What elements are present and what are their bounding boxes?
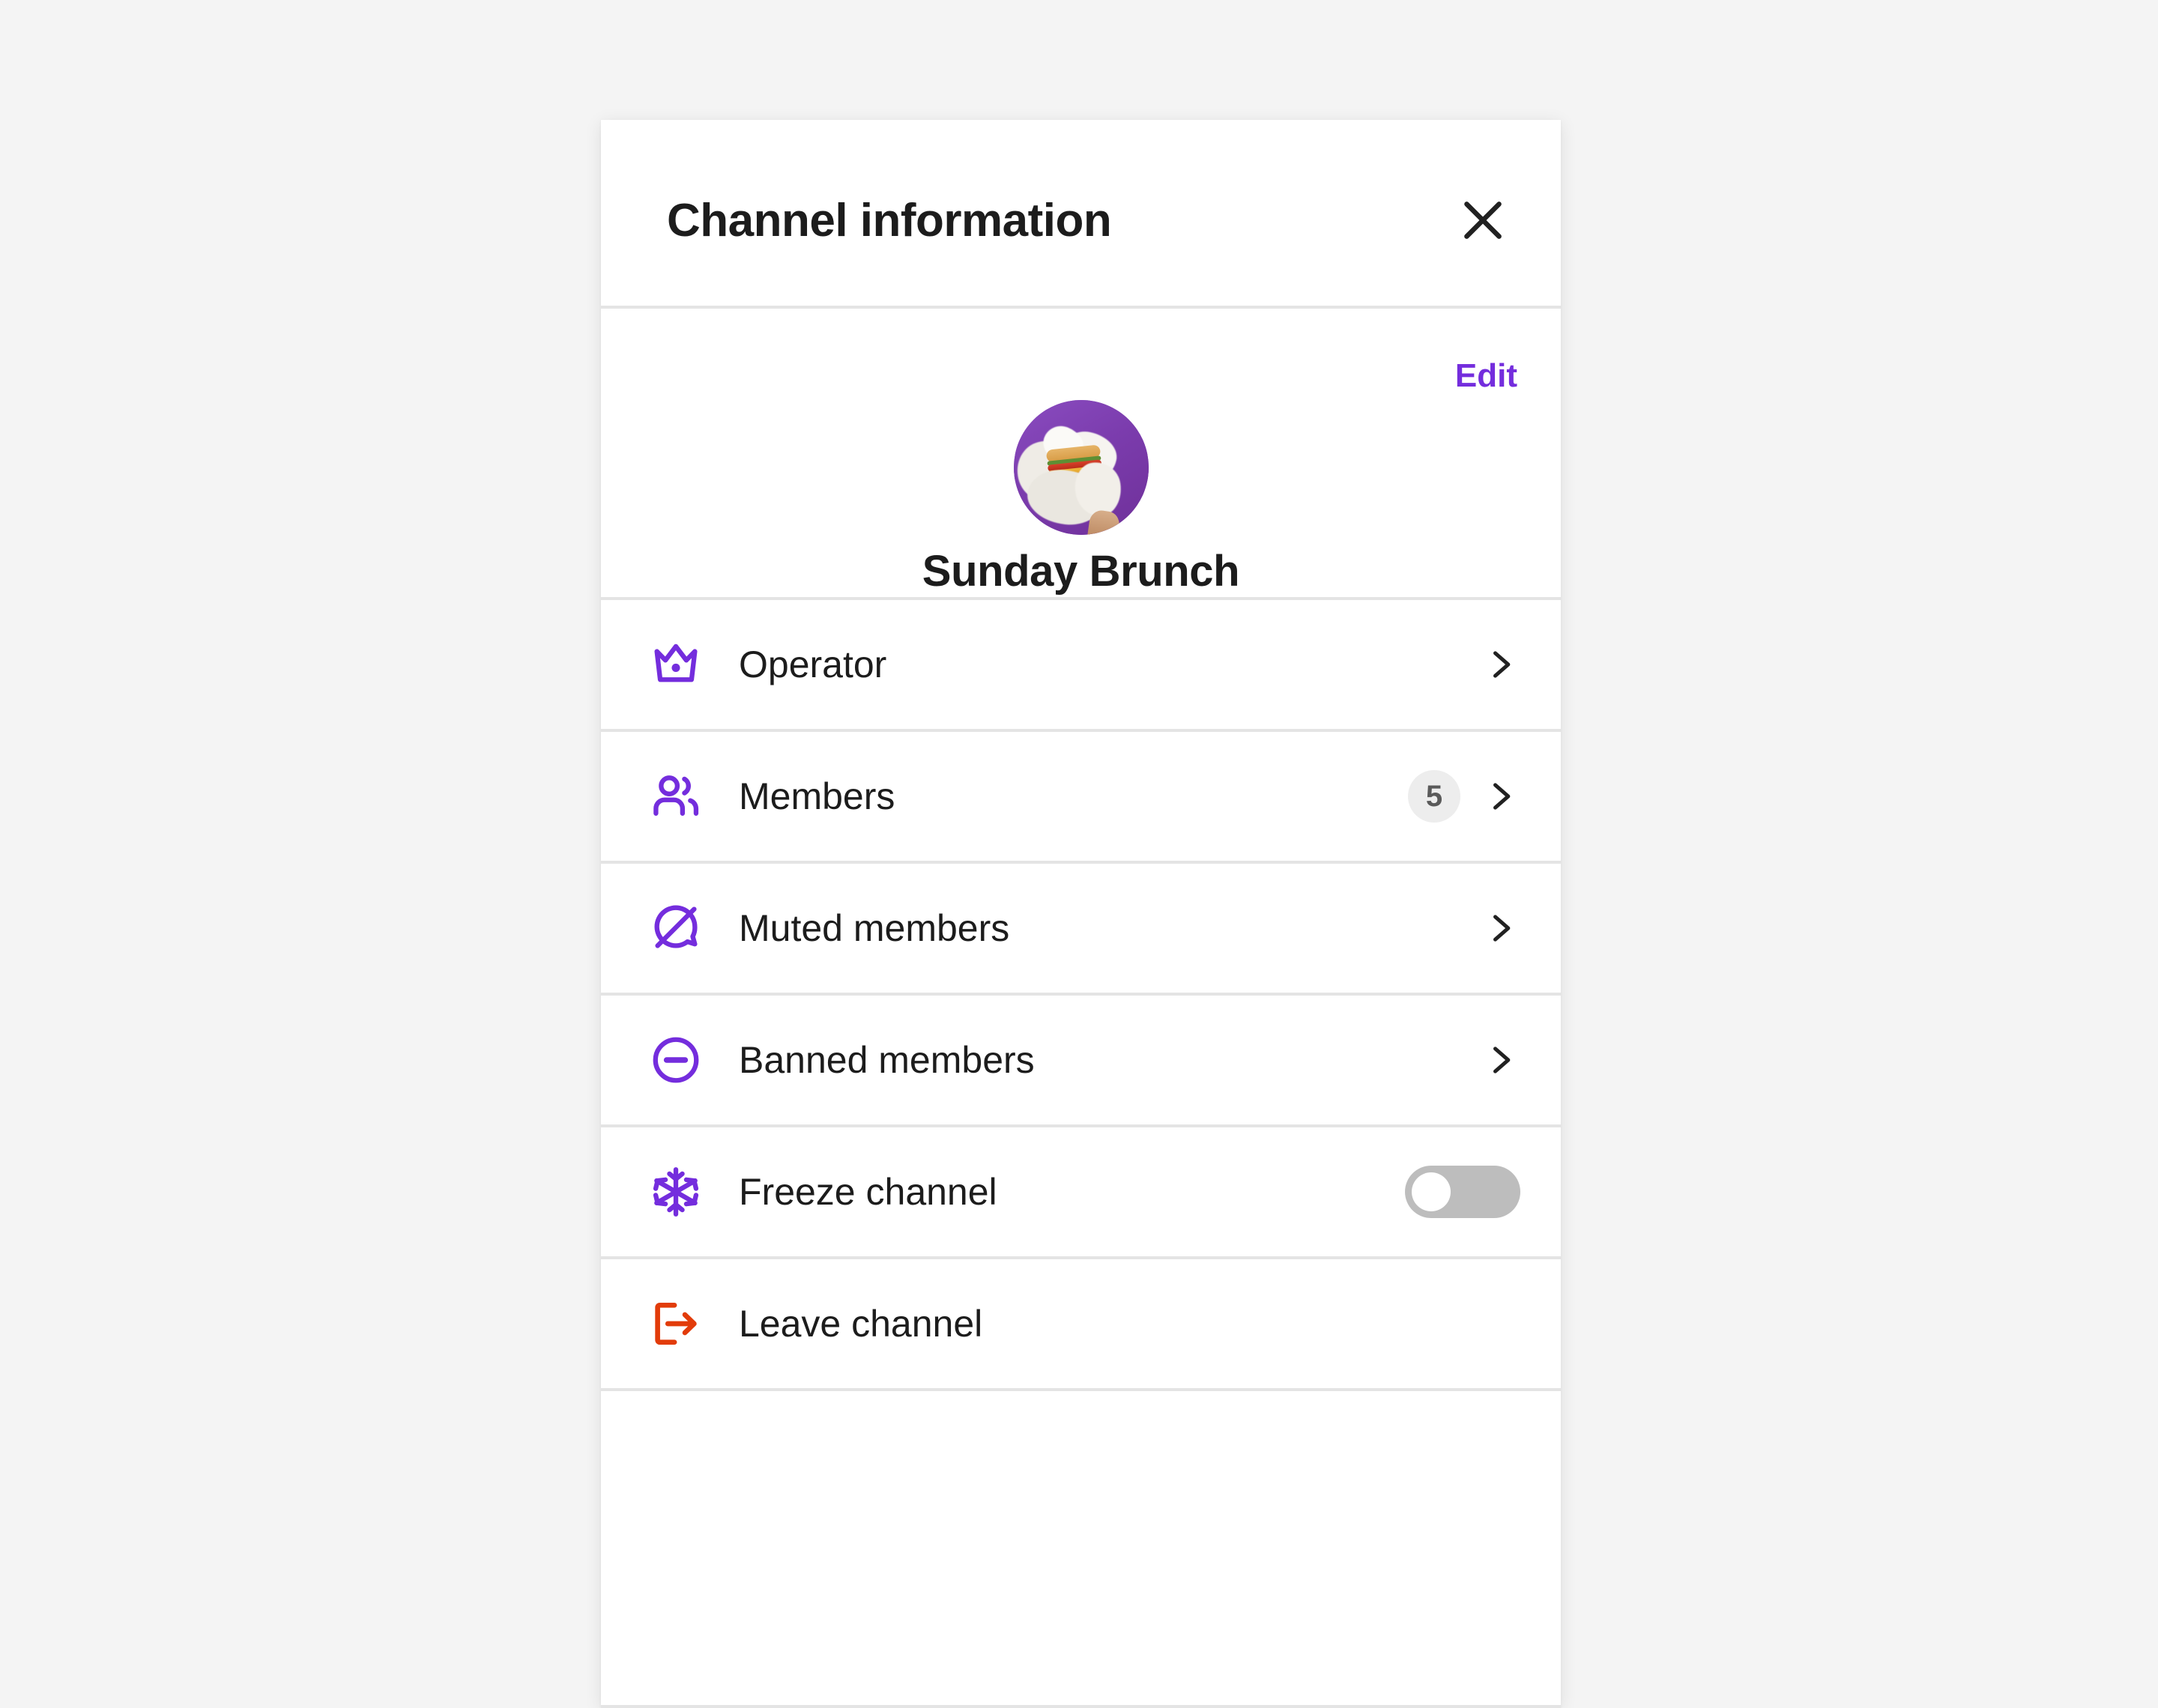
- channel-name: Sunday Brunch: [922, 547, 1240, 596]
- avatar[interactable]: [1013, 400, 1149, 535]
- toggle-knob: [1412, 1172, 1451, 1211]
- panel-header: Channel information: [601, 120, 1561, 309]
- close-icon: [1455, 193, 1511, 248]
- snowflake-icon: [643, 1159, 709, 1225]
- chevron-right-icon[interactable]: [1480, 644, 1520, 685]
- menu-item-label: Muted members: [739, 907, 1010, 949]
- channel-information-panel: Channel information Edit Sunday Brunch O…: [601, 120, 1561, 1708]
- close-button[interactable]: [1451, 189, 1514, 252]
- menu-item-operator[interactable]: Operator: [601, 600, 1561, 732]
- profile-section: Edit Sunday Brunch: [601, 309, 1561, 600]
- avatar-image: [1013, 400, 1149, 535]
- chevron-right-icon[interactable]: [1480, 1040, 1520, 1080]
- menu-item-label: Freeze channel: [739, 1171, 997, 1213]
- page-title: Channel information: [667, 195, 1112, 246]
- menu-item-freeze-channel[interactable]: Freeze channel: [601, 1127, 1561, 1259]
- exit-icon: [643, 1291, 709, 1357]
- screen: Channel information Edit Sunday Brunch O…: [0, 0, 2158, 1708]
- members-count-badge: 5: [1408, 770, 1460, 823]
- menu-item-leave-channel[interactable]: Leave channel: [601, 1259, 1561, 1391]
- row-accessory: [1480, 644, 1520, 685]
- people-icon: [643, 763, 709, 829]
- menu-item-label: Members: [739, 775, 895, 817]
- menu-item-members[interactable]: Members 5: [601, 732, 1561, 864]
- chevron-right-icon[interactable]: [1480, 776, 1520, 817]
- freeze-channel-toggle[interactable]: [1405, 1166, 1520, 1218]
- muted-bubble-icon: [643, 895, 709, 961]
- row-accessory: [1480, 1040, 1520, 1080]
- circle-minus-icon: [643, 1027, 709, 1093]
- edit-button[interactable]: Edit: [1455, 360, 1517, 393]
- menu-item-label: Operator: [739, 643, 887, 685]
- row-accessory: [1405, 1166, 1520, 1218]
- panel-tail-block: [601, 1391, 1561, 1708]
- row-accessory: [1480, 908, 1520, 948]
- menu-item-label: Leave channel: [739, 1303, 983, 1345]
- menu-item-muted-members[interactable]: Muted members: [601, 864, 1561, 996]
- chevron-right-icon[interactable]: [1480, 908, 1520, 948]
- crown-icon: [643, 632, 709, 697]
- row-accessory: 5: [1408, 770, 1520, 823]
- menu-item-banned-members[interactable]: Banned members: [601, 996, 1561, 1127]
- menu-item-label: Banned members: [739, 1039, 1035, 1081]
